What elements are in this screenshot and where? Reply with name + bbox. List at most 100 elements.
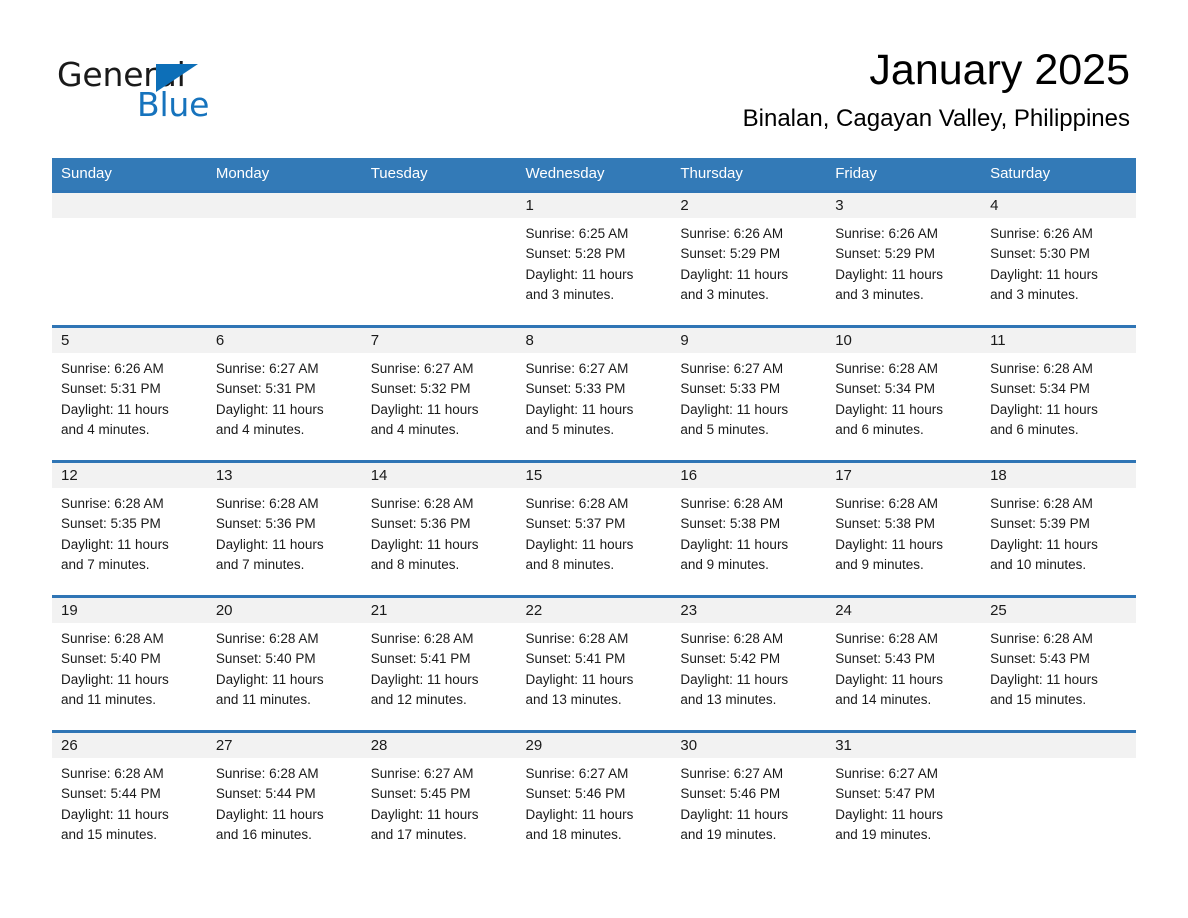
calendar-cell-day[interactable]: 13 Sunrise: 6:28 AM Sunset: 5:36 PM Dayligh…: [206, 460, 362, 597]
calendar-cell-day[interactable]: 16 Sunrise: 6:28 AM Sunset: 5:38 PM Dayligh…: [671, 460, 827, 597]
day-details: Sunrise: 6:28 AM Sunset: 5:44 PM Daylight:…: [52, 758, 207, 845]
calendar-cell-inner: 26 Sunrise: 6:28 AM Sunset: 5:44 PM Dayligh…: [52, 733, 207, 865]
daylight-text-line1: Daylight: 11 hours: [370, 536, 479, 552]
daylight-text-line2: and 3 minutes.: [990, 286, 1079, 302]
daylight-text-line2: and 6 minutes.: [990, 421, 1079, 437]
daylight-text-line1: Daylight: 11 hours: [680, 401, 789, 417]
calendar-cell-day[interactable]: 10 Sunrise: 6:28 AM Sunset: 5:34 PM Dayligh…: [826, 325, 982, 462]
daylight-text-line1: Daylight: 11 hours: [61, 806, 169, 822]
sunrise-text: Sunrise: 6:27 AM: [370, 361, 474, 376]
sunrise-text: Sunrise: 6:26 AM: [61, 361, 164, 376]
daylight-text-line2: and 11 minutes.: [215, 691, 311, 707]
calendar-cell-inner: 31 Sunrise: 6:27 AM Sunset: 5:47 PM Dayligh…: [826, 733, 982, 865]
calendar-cell-inner: 18 Sunrise: 6:28 AM Sunset: 5:39 PM Dayligh…: [981, 463, 1136, 595]
calendar-cell-day[interactable]: 5 Sunrise: 6:26 AM Sunset: 5:31 PM Daylight…: [52, 325, 207, 462]
daylight-text-line1: Daylight: 11 hours: [835, 536, 944, 552]
daylight-text-line2: and 19 minutes.: [680, 826, 777, 842]
calendar-cell-day[interactable]: 18 Sunrise: 6:28 AM Sunset: 5:39 PM Dayligh…: [981, 460, 1136, 597]
calendar-cell-empty: [361, 190, 517, 327]
calendar-cell-inner: 14 Sunrise: 6:28 AM Sunset: 5:36 PM Dayligh…: [361, 463, 517, 595]
calendar-cell-inner: [981, 733, 1136, 865]
day-number: 4: [981, 193, 1136, 218]
sunset-text: Sunset: 5:40 PM: [61, 651, 161, 667]
day-number: 30: [671, 733, 827, 758]
title-block: January 2025 Binalan, Cagayan Valley, Ph…: [743, 44, 1130, 134]
day-number: 26: [52, 733, 207, 758]
sunset-text: Sunset: 5:31 PM: [61, 381, 161, 397]
calendar-week-row: 12 Sunrise: 6:28 AM Sunset: 5:35 PM Dayligh…: [52, 460, 1136, 597]
calendar-cell-day[interactable]: 8 Sunrise: 6:27 AM Sunset: 5:33 PM Daylight…: [516, 325, 672, 462]
sunset-text: Sunset: 5:35 PM: [61, 516, 161, 532]
calendar-cell-day[interactable]: 1 Sunrise: 6:25 AM Sunset: 5:28 PM Daylight…: [516, 190, 672, 327]
calendar-cell-day[interactable]: 24 Sunrise: 6:28 AM Sunset: 5:43 PM Dayligh…: [826, 595, 982, 732]
day-details: Sunrise: 6:28 AM Sunset: 5:40 PM Daylight:…: [207, 623, 362, 710]
calendar-week-row: 5 Sunrise: 6:26 AM Sunset: 5:31 PM Daylight…: [52, 325, 1136, 462]
sunrise-text: Sunrise: 6:27 AM: [680, 361, 784, 376]
daylight-text-line1: Daylight: 11 hours: [215, 806, 324, 822]
calendar-cell-day[interactable]: 25 Sunrise: 6:28 AM Sunset: 5:43 PM Dayligh…: [981, 595, 1136, 732]
calendar-cell-inner: 20 Sunrise: 6:28 AM Sunset: 5:40 PM Dayligh…: [206, 598, 362, 730]
calendar-cell-day[interactable]: 23 Sunrise: 6:28 AM Sunset: 5:42 PM Dayligh…: [671, 595, 827, 732]
sunrise-text: Sunrise: 6:27 AM: [835, 766, 939, 781]
daylight-text-line2: and 9 minutes.: [835, 556, 924, 572]
sunrise-text: Sunrise: 6:28 AM: [680, 631, 784, 646]
calendar-cell-inner: 6 Sunrise: 6:27 AM Sunset: 5:31 PM Daylight…: [206, 328, 362, 460]
sunset-text: Sunset: 5:44 PM: [215, 786, 316, 802]
day-details: Sunrise: 6:27 AM Sunset: 5:33 PM Daylight:…: [517, 353, 672, 440]
calendar-cell-day[interactable]: 31 Sunrise: 6:27 AM Sunset: 5:47 PM Dayligh…: [826, 730, 982, 865]
daylight-text-line2: and 6 minutes.: [835, 421, 924, 437]
calendar-cell-day[interactable]: 6 Sunrise: 6:27 AM Sunset: 5:31 PM Daylight…: [206, 325, 362, 462]
day-number: 10: [826, 328, 982, 353]
sunset-text: Sunset: 5:39 PM: [990, 516, 1090, 532]
calendar-cell-day[interactable]: 30 Sunrise: 6:27 AM Sunset: 5:46 PM Dayligh…: [671, 730, 827, 865]
daylight-text-line2: and 8 minutes.: [525, 556, 615, 572]
day-details: Sunrise: 6:27 AM Sunset: 5:47 PM Daylight:…: [826, 758, 981, 845]
day-details: Sunrise: 6:27 AM Sunset: 5:46 PM Daylight:…: [671, 758, 826, 845]
sunrise-text: Sunrise: 6:28 AM: [990, 631, 1093, 646]
daylight-text-line1: Daylight: 11 hours: [680, 536, 789, 552]
daylight-text-line1: Daylight: 11 hours: [525, 671, 634, 687]
calendar-cell-day[interactable]: 20 Sunrise: 6:28 AM Sunset: 5:40 PM Dayligh…: [206, 595, 362, 732]
calendar-cell-day[interactable]: 22 Sunrise: 6:28 AM Sunset: 5:41 PM Dayligh…: [516, 595, 672, 732]
daylight-text-line2: and 16 minutes.: [215, 826, 312, 842]
calendar-cell-day[interactable]: 26 Sunrise: 6:28 AM Sunset: 5:44 PM Dayligh…: [52, 730, 207, 865]
sunrise-text: Sunrise: 6:28 AM: [990, 361, 1093, 376]
day-details: Sunrise: 6:28 AM Sunset: 5:37 PM Daylight:…: [517, 488, 672, 575]
calendar-cell-day[interactable]: 12 Sunrise: 6:28 AM Sunset: 5:35 PM Dayligh…: [52, 460, 207, 597]
calendar-cell-day[interactable]: 19 Sunrise: 6:28 AM Sunset: 5:40 PM Dayligh…: [52, 595, 207, 732]
day-number: 14: [361, 463, 517, 488]
sunrise-text: Sunrise: 6:28 AM: [680, 496, 784, 511]
calendar-cell-day[interactable]: 11 Sunrise: 6:28 AM Sunset: 5:34 PM Dayligh…: [981, 325, 1136, 462]
day-number: 31: [826, 733, 982, 758]
calendar-cell-inner: 27 Sunrise: 6:28 AM Sunset: 5:44 PM Dayligh…: [206, 733, 362, 865]
calendar-header-row: Sunday Monday Tuesday Wednesday Thursday…: [52, 158, 1136, 192]
calendar-cell-day[interactable]: 7 Sunrise: 6:27 AM Sunset: 5:32 PM Daylight…: [361, 325, 517, 462]
calendar-cell-day[interactable]: 4 Sunrise: 6:26 AM Sunset: 5:30 PM Daylight…: [981, 190, 1136, 327]
calendar-cell-day[interactable]: 21 Sunrise: 6:28 AM Sunset: 5:41 PM Dayligh…: [361, 595, 517, 732]
calendar-cell-day[interactable]: 15 Sunrise: 6:28 AM Sunset: 5:37 PM Dayligh…: [516, 460, 672, 597]
sunset-text: Sunset: 5:34 PM: [990, 381, 1090, 397]
calendar-cell-day[interactable]: 29 Sunrise: 6:27 AM Sunset: 5:46 PM Dayligh…: [516, 730, 672, 865]
calendar-cell-day[interactable]: 2 Sunrise: 6:26 AM Sunset: 5:29 PM Daylight…: [671, 190, 827, 327]
calendar-cell-inner: 5 Sunrise: 6:26 AM Sunset: 5:31 PM Daylight…: [52, 328, 207, 460]
calendar-cell-day[interactable]: 17 Sunrise: 6:28 AM Sunset: 5:38 PM Dayligh…: [826, 460, 982, 597]
daylight-text-line1: Daylight: 11 hours: [835, 671, 944, 687]
sunset-text: Sunset: 5:28 PM: [525, 246, 626, 262]
calendar-cell-inner: 7 Sunrise: 6:27 AM Sunset: 5:32 PM Daylight…: [361, 328, 517, 460]
day-details: Sunrise: 6:28 AM Sunset: 5:44 PM Daylight:…: [207, 758, 362, 845]
calendar-cell-day[interactable]: 14 Sunrise: 6:28 AM Sunset: 5:36 PM Dayligh…: [361, 460, 517, 597]
sunset-text: Sunset: 5:30 PM: [990, 246, 1090, 262]
daylight-text-line2: and 17 minutes.: [370, 826, 467, 842]
calendar-cell-day[interactable]: 9 Sunrise: 6:27 AM Sunset: 5:33 PM Daylight…: [671, 325, 827, 462]
daylight-text-line1: Daylight: 11 hours: [835, 806, 944, 822]
day-number: 9: [671, 328, 827, 353]
calendar-cell-day[interactable]: 27 Sunrise: 6:28 AM Sunset: 5:44 PM Dayligh…: [206, 730, 362, 865]
sunrise-text: Sunrise: 6:28 AM: [525, 496, 629, 511]
calendar-cell-day[interactable]: 28 Sunrise: 6:27 AM Sunset: 5:45 PM Dayligh…: [361, 730, 517, 865]
sunset-text: Sunset: 5:43 PM: [990, 651, 1090, 667]
calendar-page: General Blue January 2025 Binalan, Cagay…: [0, 0, 1188, 918]
day-number: 6: [206, 328, 362, 353]
sunrise-text: Sunrise: 6:28 AM: [525, 631, 629, 646]
calendar-cell-day[interactable]: 3 Sunrise: 6:26 AM Sunset: 5:29 PM Daylight…: [826, 190, 982, 327]
day-details: Sunrise: 6:28 AM Sunset: 5:38 PM Daylight:…: [826, 488, 981, 575]
